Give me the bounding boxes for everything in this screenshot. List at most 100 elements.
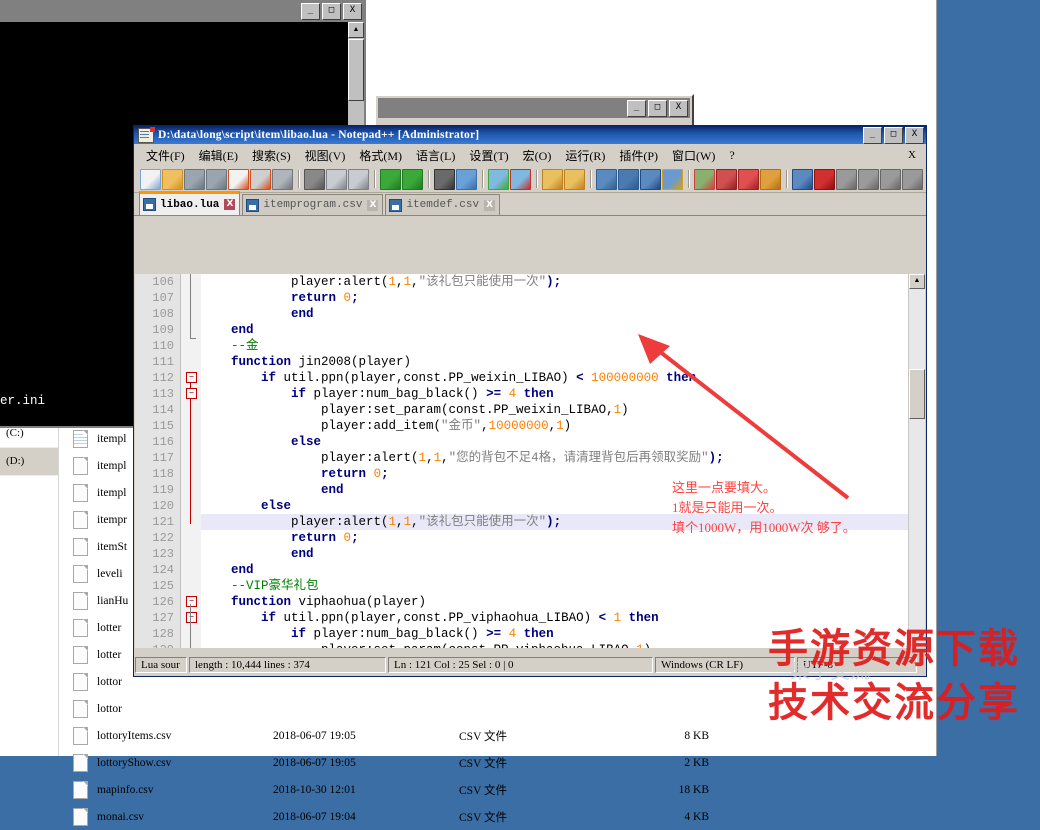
console-scrollbar-thumb[interactable] (348, 39, 364, 101)
code-line[interactable]: if player:num_bag_black() >= 4 then (201, 386, 908, 402)
menu-item-11[interactable]: ? (722, 146, 741, 165)
code-line[interactable]: player:alert(1,1,"该礼包只能使用一次"); (201, 274, 908, 290)
code-line[interactable]: --金 (201, 338, 908, 354)
npp-close-button[interactable]: X (905, 127, 924, 144)
stop-macro-icon[interactable] (836, 169, 857, 190)
tab-close-icon[interactable]: X (484, 200, 495, 211)
line-number: 107 (135, 290, 180, 306)
code-line[interactable]: end (201, 306, 908, 322)
code-text-area[interactable]: player:alert(1,1,"该礼包只能使用一次"); return 0;… (201, 274, 908, 648)
copy-icon[interactable] (326, 169, 347, 190)
code-token (606, 611, 614, 625)
console-minimize-button[interactable]: _ (301, 3, 320, 20)
close-file-icon[interactable] (228, 169, 249, 190)
find-icon[interactable] (434, 169, 455, 190)
bgwin-maximize-button[interactable]: □ (648, 100, 667, 117)
doc-map-icon[interactable] (716, 169, 737, 190)
save-all-icon[interactable] (206, 169, 227, 190)
play-macro-icon[interactable] (858, 169, 879, 190)
close-document-button[interactable]: X (908, 149, 926, 161)
code-line[interactable]: end (201, 562, 908, 578)
fold-toggle-icon[interactable]: − (186, 372, 197, 383)
code-editor[interactable]: 1061071081091101111121131141151161171181… (135, 274, 925, 648)
document-tab-0[interactable]: libao.luaX (139, 191, 240, 215)
menu-item-9[interactable]: 插件(P) (612, 145, 665, 166)
menu-item-5[interactable]: 语言(L) (409, 145, 462, 166)
document-tab-1[interactable]: itemprogram.csvX (242, 194, 383, 215)
monitor-icon[interactable] (792, 169, 813, 190)
fold-toggle-icon[interactable]: − (186, 612, 197, 623)
editor-vertical-scrollbar[interactable]: ▲ (908, 274, 925, 648)
tab-close-icon[interactable]: X (224, 199, 235, 210)
file-row[interactable]: mapinfo.csv2018-10-30 12:01CSV 文件18 KB (59, 776, 936, 803)
sync-scroll-v-icon[interactable] (542, 169, 563, 190)
file-row[interactable]: monai.csv2018-06-07 19:04CSV 文件4 KB (59, 803, 936, 830)
code-line[interactable]: else (201, 434, 908, 450)
editor-scrollbar-thumb[interactable] (909, 369, 925, 419)
redo-icon[interactable] (402, 169, 423, 190)
sync-scroll-h-icon[interactable] (564, 169, 585, 190)
print-icon[interactable] (272, 169, 293, 190)
paste-icon[interactable] (348, 169, 369, 190)
menu-item-4[interactable]: 格式(M) (352, 145, 409, 166)
document-tab-2[interactable]: itemdef.csvX (385, 194, 500, 215)
status-length-lines: length : 10,444 lines : 374 (189, 657, 386, 673)
indent-guide-icon[interactable] (640, 169, 661, 190)
folder-as-workspace-icon[interactable] (760, 169, 781, 190)
word-wrap-icon[interactable] (596, 169, 617, 190)
zoom-in-icon[interactable] (488, 169, 509, 190)
scroll-up-arrow-icon[interactable]: ▲ (909, 274, 925, 289)
new-file-icon[interactable] (140, 169, 161, 190)
menu-item-7[interactable]: 宏(O) (516, 145, 559, 166)
code-line[interactable]: function jin2008(player) (201, 354, 908, 370)
npp-minimize-button[interactable]: _ (863, 127, 882, 144)
code-token: >= (486, 387, 501, 401)
code-line[interactable]: player:set_param(const.PP_weixin_LIBAO,1… (201, 402, 908, 418)
zoom-out-icon[interactable] (510, 169, 531, 190)
code-line[interactable]: player:add_item("金币",10000000,1) (201, 418, 908, 434)
show-symbol-icon[interactable] (618, 169, 639, 190)
show-all-chars-icon[interactable] (662, 169, 683, 190)
console-maximize-button[interactable]: □ (322, 3, 341, 20)
code-line[interactable]: function viphaohua(player) (201, 594, 908, 610)
close-all-icon[interactable] (250, 169, 271, 190)
code-token (336, 291, 344, 305)
save-icon[interactable] (184, 169, 205, 190)
fold-toggle-icon[interactable]: − (186, 388, 197, 399)
user-defined-lang-icon[interactable] (694, 169, 715, 190)
menu-item-10[interactable]: 窗口(W) (665, 145, 722, 166)
cut-icon[interactable] (304, 169, 325, 190)
scroll-up-arrow-icon[interactable]: ▲ (348, 22, 364, 38)
run-macro-icon[interactable] (880, 169, 901, 190)
tab-close-icon[interactable]: X (367, 200, 378, 211)
menu-item-3[interactable]: 视图(V) (298, 145, 353, 166)
code-line[interactable]: end (201, 322, 908, 338)
code-folding-column[interactable]: − − − − (181, 274, 201, 648)
drive-item-1[interactable]: (D:) (0, 448, 58, 476)
code-line[interactable]: return 0; (201, 290, 908, 306)
code-line[interactable]: player:alert(1,1,"您的背包不足4格，请清理背包后再领取奖励")… (201, 450, 908, 466)
menu-item-0[interactable]: 文件(F) (139, 145, 192, 166)
function-list-icon[interactable] (738, 169, 759, 190)
record-macro-icon[interactable] (814, 169, 835, 190)
code-token: , (411, 275, 419, 289)
code-token: 1 (419, 451, 427, 465)
code-line[interactable]: if util.ppn(player,const.PP_weixin_LIBAO… (201, 370, 908, 386)
menu-item-8[interactable]: 运行(R) (558, 145, 612, 166)
open-file-icon[interactable] (162, 169, 183, 190)
file-row[interactable]: lottoryShow.csv2018-06-07 19:05CSV 文件2 K… (59, 749, 936, 776)
bgwin-minimize-button[interactable]: _ (627, 100, 646, 117)
npp-maximize-button[interactable]: □ (884, 127, 903, 144)
console-close-button[interactable]: X (343, 3, 362, 20)
file-name: lottor (97, 676, 273, 688)
run-icon[interactable] (902, 169, 923, 190)
fold-toggle-icon[interactable]: − (186, 596, 197, 607)
menu-item-2[interactable]: 搜索(S) (245, 145, 298, 166)
menu-item-1[interactable]: 编辑(E) (192, 145, 245, 166)
bgwin-close-button[interactable]: X (669, 100, 688, 117)
code-line[interactable]: --VIP豪华礼包 (201, 578, 908, 594)
menu-item-6[interactable]: 设置(T) (462, 145, 515, 166)
code-line[interactable]: end (201, 546, 908, 562)
undo-icon[interactable] (380, 169, 401, 190)
replace-icon[interactable] (456, 169, 477, 190)
